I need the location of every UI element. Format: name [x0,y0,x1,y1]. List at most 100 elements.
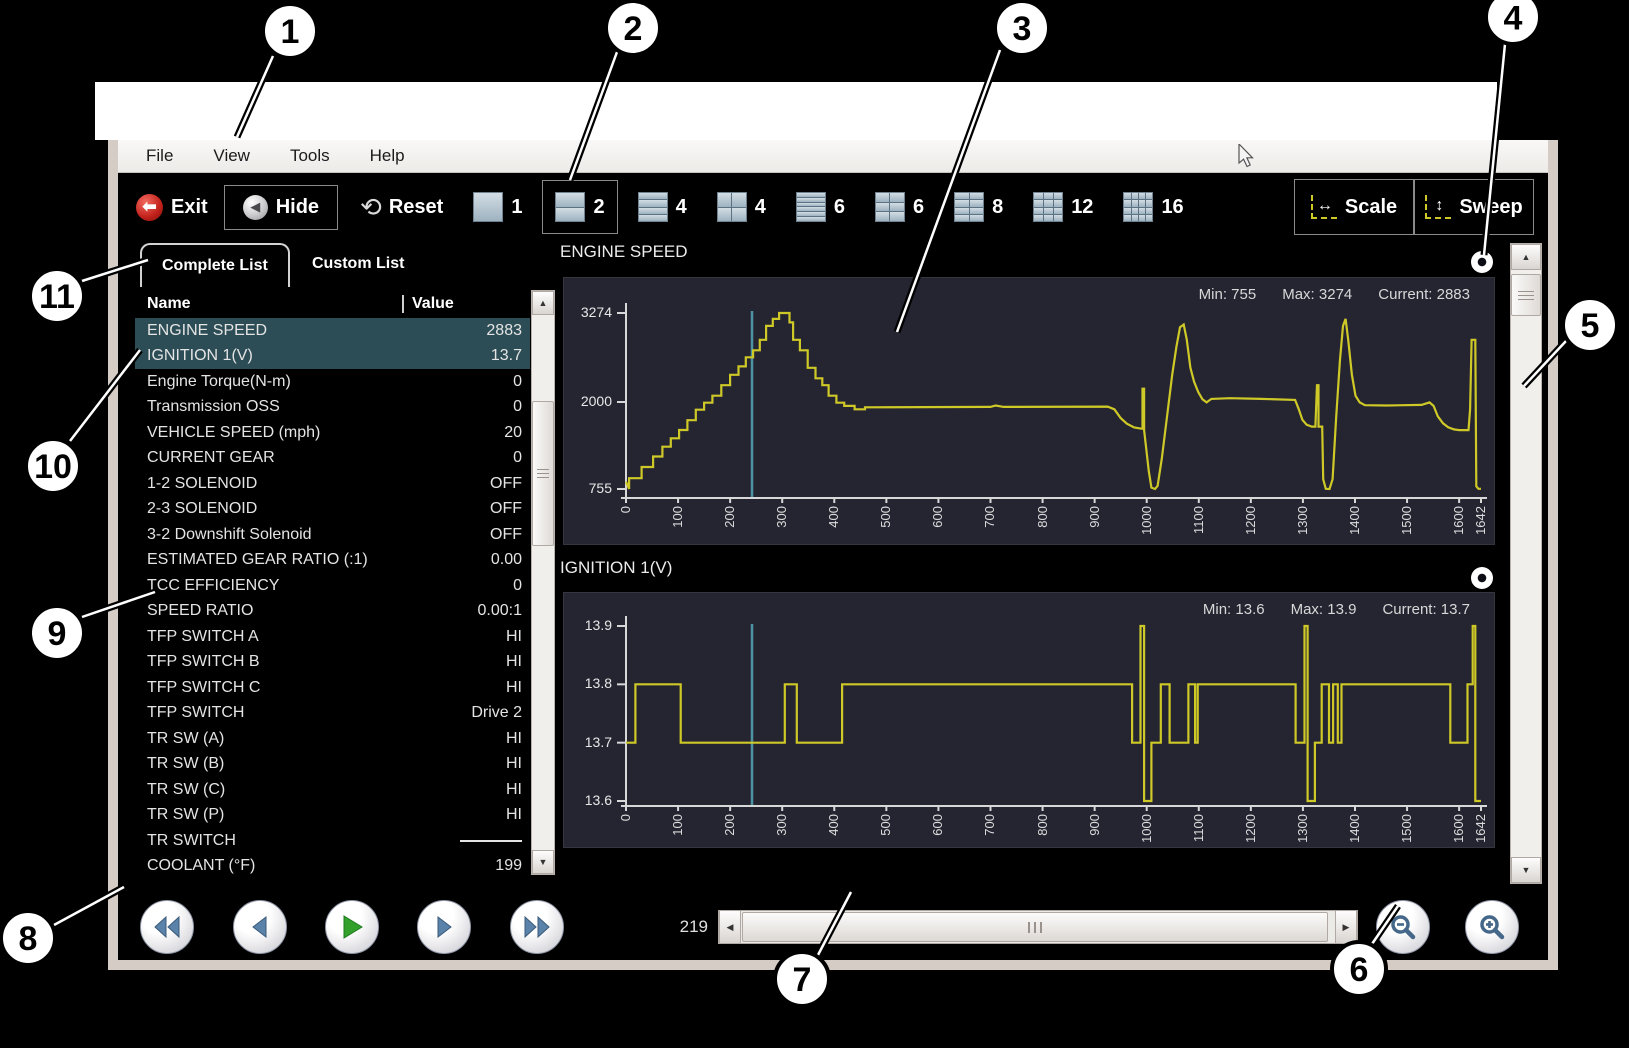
table-row[interactable]: TFP SWITCH BHI [135,650,530,676]
table-row[interactable]: ENGINE SPEED2883 [135,318,530,344]
row-value: HI [506,781,522,799]
exit-button[interactable]: ⬅ Exit [136,194,208,221]
timeline-scrollbar-thumb[interactable] [742,912,1328,942]
callout-bubble-11 [30,269,84,323]
svg-text:2: 2 [624,10,643,48]
row-name: TR SW (C) [147,781,225,799]
table-row[interactable]: ESTIMATED GEAR RATIO (:1)0.00 [135,548,530,574]
screenshot-canvas: FileViewToolsHelp ⬅ Exit ◀ Hide ⟲ Reset … [0,0,1629,1048]
timeline-scroll-right-button[interactable]: ▶ [1335,911,1357,943]
row-name: TCC EFFICIENCY [147,577,279,595]
frame-position-value: 219 [648,913,708,941]
list-scroll-down-button[interactable]: ▼ [532,850,554,874]
table-row[interactable]: TFP SWITCH Drive 2 [135,701,530,727]
svg-text:10: 10 [34,448,72,486]
zoom-out-button[interactable] [1376,900,1430,954]
table-row[interactable]: 2-3 SOLENOIDOFF [135,497,530,523]
row-value: HI [506,730,522,748]
step-forward-button[interactable] [417,900,471,954]
menu-view[interactable]: View [213,146,250,166]
grid-icon [875,192,905,222]
chart2-plot-area[interactable]: 13.913.813.713.6010020030040050060070080… [563,592,1495,848]
step-back-button[interactable] [233,900,287,954]
graph-layout-label: 4 [755,196,766,219]
timeline-scrollbar[interactable]: ◀ ▶ [718,910,1358,944]
row-name: TR SW (A) [147,730,224,748]
graph-layout-button-12x4-3[interactable]: 12 [1023,184,1103,230]
charts-scrollbar-thumb[interactable] [1511,274,1541,316]
list-scroll-up-button[interactable]: ▲ [532,291,554,315]
graph-layout-button-4x2-2[interactable]: 4 [707,184,776,230]
row-name: VEHICLE SPEED (mph) [147,424,320,442]
menu-file[interactable]: File [146,146,173,166]
chart1-settings-icon[interactable] [1471,251,1493,273]
menu-tools[interactable]: Tools [290,146,330,166]
graph-layout-button-6x3-2[interactable]: 6 [865,184,934,230]
graph-layout-button-16x4-4[interactable]: 16 [1113,184,1193,230]
table-row[interactable]: TR SW (A) HI [135,726,530,752]
hide-label: Hide [276,196,319,219]
charts-scroll-up-button[interactable]: ▲ [1511,244,1541,270]
callout-bubble-3 [995,1,1049,55]
graph-layout-button-4x4-1[interactable]: 4 [628,184,697,230]
table-row[interactable]: VEHICLE SPEED (mph)20 [135,420,530,446]
table-row[interactable]: TR SW (P)HI [135,803,530,829]
chart1-plot-area[interactable]: 3274200075501002003004005006007008009001… [563,277,1495,545]
zoom-in-button[interactable] [1465,900,1519,954]
table-row[interactable]: TFP SWITCH CHI [135,675,530,701]
table-row[interactable]: CURRENT GEAR0 [135,446,530,472]
tab-complete-list[interactable]: Complete List [140,243,290,287]
reset-label: Reset [389,196,443,219]
row-value: Drive 2 [471,704,522,722]
table-row[interactable]: 3-2 Downshift SolenoidOFF [135,522,530,548]
table-row[interactable]: COOLANT (°F)199 [135,854,530,880]
list-scrollbar-thumb[interactable] [532,401,554,546]
table-row[interactable]: TFP SWITCH AHI [135,624,530,650]
chart2-settings-icon[interactable] [1471,567,1493,589]
row-name: SPEED RATIO [147,602,253,620]
charts-vertical-scrollbar[interactable]: ▲ ▼ [1510,243,1542,884]
graph-layout-label: 6 [834,196,845,219]
table-row[interactable]: 1-2 SOLENOIDOFF [135,471,530,497]
table-row[interactable]: IGNITION 1(V)13.7 [135,344,530,370]
scale-button[interactable]: ↔ Scale [1294,179,1414,235]
row-value: 0 [513,373,522,391]
fast-forward-button[interactable] [510,900,564,954]
trace-engine-speed [626,313,1481,489]
row-name: TFP SWITCH [147,704,244,722]
menu-help[interactable]: Help [370,146,405,166]
table-row[interactable]: TR SW (B)HI [135,752,530,778]
graph-layout-button-8x4-2[interactable]: 8 [944,184,1013,230]
table-row[interactable]: Engine Torque(N-m)0 [135,369,530,395]
list-scrollbar[interactable]: ▲ ▼ [531,290,555,875]
sweep-icon: ↕ [1425,195,1451,219]
reset-button[interactable]: ⟲ Reset [360,196,443,219]
charts-scroll-down-button[interactable]: ▼ [1511,857,1541,883]
row-value: HI [506,653,522,671]
row-name: 1-2 SOLENOID [147,475,257,493]
row-name: Transmission OSS [147,398,280,416]
chart2-stats: Min: 13.6 Max: 13.9 Current: 13.7 [1203,601,1470,618]
graph-layout-button-6x6-1[interactable]: 6 [786,184,855,230]
tab-custom-list[interactable]: Custom List [296,243,420,285]
graph-layout-button-1x1-1[interactable]: 1 [463,184,532,230]
sweep-button[interactable]: ↕ Sweep [1414,179,1534,235]
hide-button[interactable]: ◀ Hide [224,185,338,230]
table-row[interactable]: TR SWITCH [135,828,530,854]
table-row[interactable]: Transmission OSS0 [135,395,530,421]
row-name: TR SWITCH [147,832,236,850]
table-row[interactable]: TR SW (C) HI [135,777,530,803]
timeline-scroll-left-button[interactable]: ◀ [719,911,741,943]
play-button[interactable] [325,900,379,954]
row-name: COOLANT (°F) [147,857,255,875]
rewind-button[interactable] [140,900,194,954]
svg-text:4: 4 [1504,0,1523,37]
row-name: IGNITION 1(V) [147,347,253,365]
row-value: HI [506,806,522,824]
reset-icon: ⟲ [360,196,382,218]
graph-layout-button-2x2-1[interactable]: 2 [542,180,617,234]
table-row[interactable]: SPEED RATIO0.00:1 [135,599,530,625]
row-value: 0 [513,449,522,467]
table-row[interactable]: TCC EFFICIENCY0 [135,573,530,599]
value-column-header: Value [402,295,530,313]
